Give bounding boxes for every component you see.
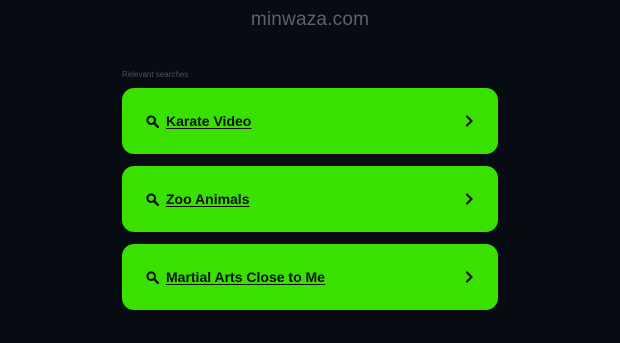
search-results-list: Karate Video Zoo Animals Martial Arts Cl… — [122, 88, 498, 322]
search-result-label[interactable]: Martial Arts Close to Me — [166, 269, 462, 285]
search-result-label[interactable]: Zoo Animals — [166, 191, 462, 207]
relevant-searches-label: Relevant searches — [122, 70, 189, 79]
search-icon — [146, 270, 160, 284]
search-result-martial-arts[interactable]: Martial Arts Close to Me — [122, 244, 498, 310]
chevron-right-icon — [462, 192, 474, 206]
page: minwaza.com Relevant searches Karate Vid… — [0, 0, 620, 343]
search-icon — [146, 114, 160, 128]
search-result-karate-video[interactable]: Karate Video — [122, 88, 498, 154]
chevron-right-icon — [462, 114, 474, 128]
domain-title: minwaza.com — [250, 9, 370, 30]
search-result-zoo-animals[interactable]: Zoo Animals — [122, 166, 498, 232]
chevron-right-icon — [462, 270, 474, 284]
search-result-label[interactable]: Karate Video — [166, 113, 462, 129]
search-icon — [146, 192, 160, 206]
